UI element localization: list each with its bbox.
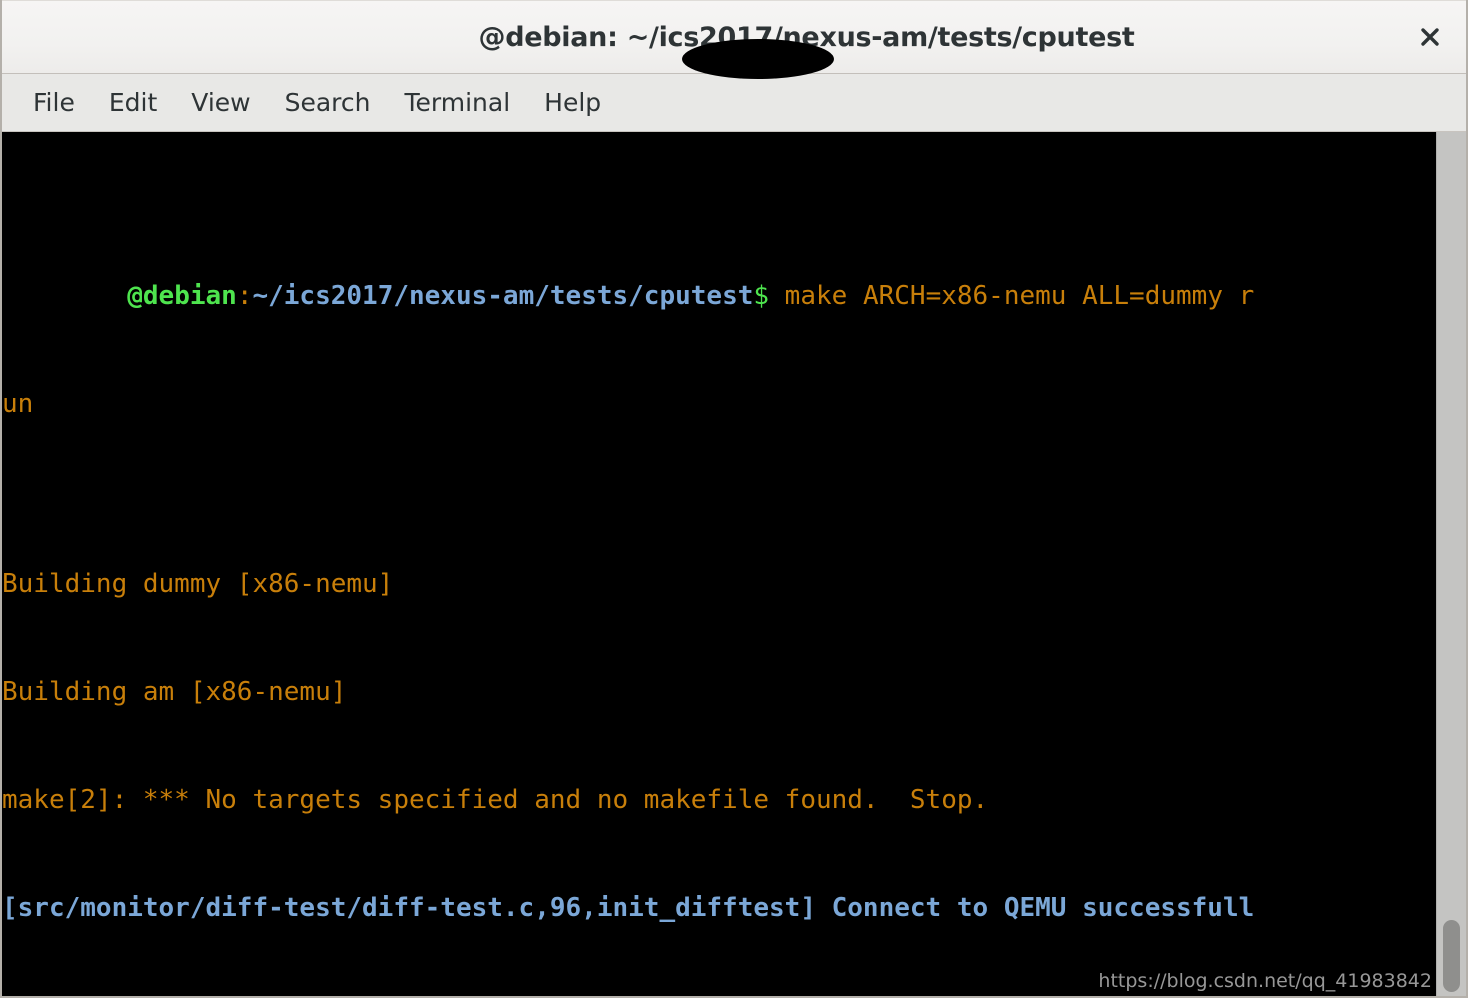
prompt-dollar: $	[753, 281, 770, 311]
prompt-command: make ARCH=x86-nemu ALL=dummy r	[769, 281, 1255, 311]
menu-item-terminal[interactable]: Terminal	[387, 84, 527, 121]
terminal-window: @debian: ~/ics2017/nexus-am/tests/cputes…	[0, 0, 1468, 998]
shell-prompt-line-wrap: un	[2, 386, 1436, 422]
prompt-path: ~/ics2017/nexus-am/tests/cputest	[252, 281, 754, 311]
menu-item-edit[interactable]: Edit	[92, 84, 174, 121]
close-button[interactable]	[1408, 15, 1452, 59]
terminal-line: [src/monitor/diff-test/diff-test.c,96,in…	[2, 893, 1255, 923]
prompt-separator: :	[236, 281, 253, 311]
terminal-screen[interactable]: @debian:~/ics2017/nexus-am/tests/cputest…	[2, 132, 1436, 996]
terminal-text: @debian:~/ics2017/nexus-am/tests/cputest…	[2, 132, 1436, 996]
terminal-line: make[2]: *** No targets specified and no…	[2, 785, 989, 815]
menu-item-view[interactable]: View	[174, 84, 267, 121]
menu-bar: File Edit View Search Terminal Help	[2, 74, 1466, 132]
shell-prompt-line: @debian:~/ics2017/nexus-am/tests/cputest…	[2, 278, 1436, 314]
close-icon	[1418, 25, 1442, 49]
prompt-userhost: @debian	[127, 281, 237, 311]
menu-item-search[interactable]: Search	[268, 84, 388, 121]
title-bar[interactable]: @debian: ~/ics2017/nexus-am/tests/cputes…	[2, 0, 1466, 79]
window-title: @debian: ~/ics2017/nexus-am/tests/cputes…	[334, 22, 1135, 79]
menu-item-file[interactable]: File	[16, 84, 92, 121]
terminal-body: @debian:~/ics2017/nexus-am/tests/cputest…	[2, 132, 1466, 996]
terminal-line: Building dummy [x86-nemu]	[2, 569, 394, 599]
redaction-blob	[681, 38, 834, 79]
menu-item-help[interactable]: Help	[527, 84, 618, 121]
prompt-command-wrap: un	[2, 389, 34, 419]
scrollbar-thumb[interactable]	[1443, 920, 1460, 992]
terminal-line: Building am [x86-nemu]	[2, 677, 347, 707]
prompt-leading-space	[2, 281, 127, 311]
vertical-scrollbar[interactable]	[1436, 132, 1466, 996]
